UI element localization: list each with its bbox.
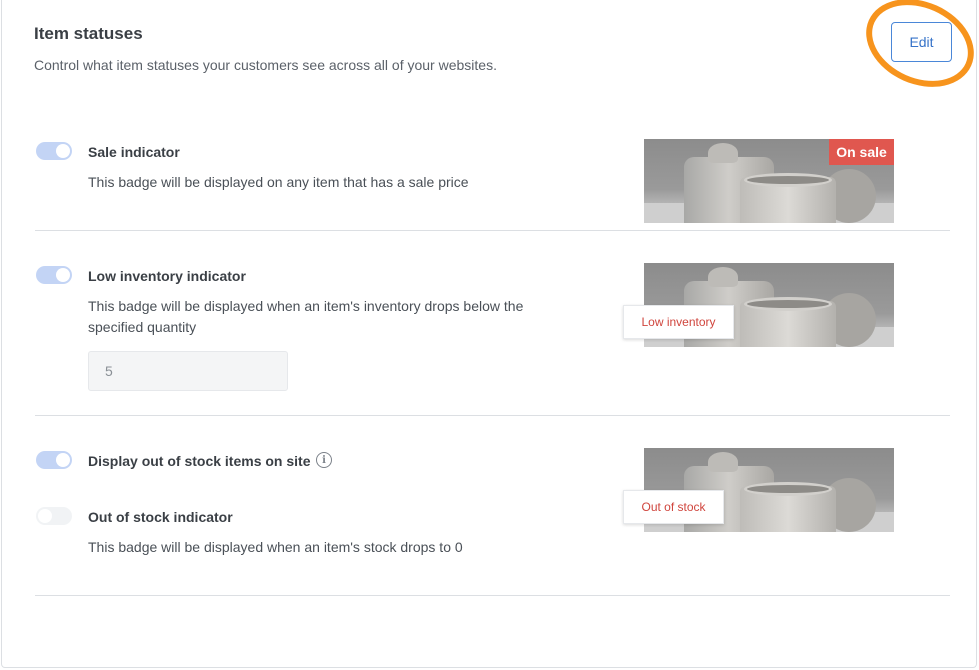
- preview-jar-lid: [708, 267, 738, 287]
- divider: [35, 595, 950, 596]
- toggle-knob: [56, 453, 70, 467]
- page-title: Item statuses: [34, 24, 143, 43]
- divider: [35, 230, 950, 231]
- sale-indicator-toggle[interactable]: [36, 142, 72, 160]
- preview-jar-lid: [708, 143, 738, 163]
- edit-button[interactable]: Edit: [891, 22, 952, 62]
- toggle-knob: [38, 509, 52, 523]
- low-inventory-quantity-input[interactable]: 5: [88, 351, 288, 391]
- preview-jar-lid: [708, 452, 738, 472]
- out-of-stock-indicator-toggle[interactable]: [36, 507, 72, 525]
- preview-bowl-rim: [744, 297, 832, 311]
- info-icon[interactable]: i: [316, 452, 332, 468]
- toggle-knob: [56, 144, 70, 158]
- display-out-of-stock-label: Display out of stock items on site: [88, 453, 311, 469]
- preview-bowl-rim: [744, 173, 832, 187]
- out-of-stock-indicator-label: Out of stock indicator: [88, 509, 233, 525]
- toggle-knob: [56, 268, 70, 282]
- sale-indicator-label: Sale indicator: [88, 144, 180, 160]
- out-of-stock-description: This badge will be displayed when an ite…: [88, 539, 463, 555]
- low-inventory-label: Low inventory indicator: [88, 268, 246, 284]
- on-sale-badge: On sale: [829, 139, 894, 165]
- low-inventory-toggle[interactable]: [36, 266, 72, 284]
- display-out-of-stock-toggle[interactable]: [36, 451, 72, 469]
- page-subtitle: Control what item statuses your customer…: [34, 57, 497, 73]
- low-inventory-badge: Low inventory: [623, 305, 734, 339]
- out-of-stock-badge: Out of stock: [623, 490, 724, 524]
- preview-bowl-rim: [744, 482, 832, 496]
- low-inventory-description: This badge will be displayed when an ite…: [88, 298, 524, 335]
- sale-indicator-description: This badge will be displayed on any item…: [88, 174, 469, 190]
- divider: [35, 415, 950, 416]
